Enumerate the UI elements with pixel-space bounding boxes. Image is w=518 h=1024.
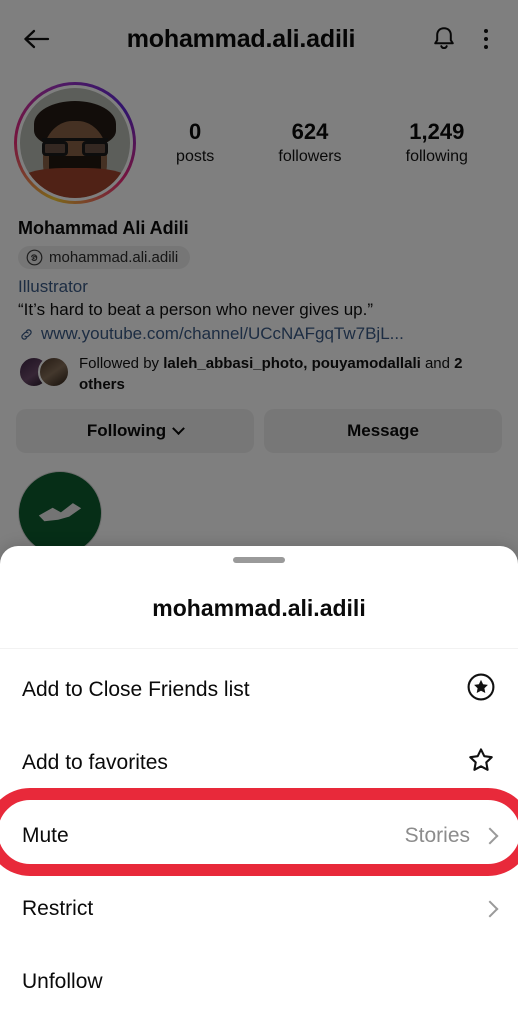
kebab-dot [484,37,488,41]
menu-item-label: Unfollow [22,969,103,993]
chevron-down-icon [172,422,186,436]
stat-posts-value: 0 [189,119,202,145]
bottom-sheet-menu: Add to Close Friends list Add to favorit… [0,649,518,1018]
menu-item-value: Stories [404,823,470,847]
stat-following-value: 1,249 [409,119,465,145]
star-outline-icon [466,745,496,780]
menu-item-mute[interactable]: Mute Stories [0,799,518,872]
followed-by-avatar [38,356,70,389]
profile-stats-row: 0 posts 624 followers 1,249 following [0,78,518,204]
link-icon [21,328,32,340]
stat-followers-value: 624 [291,119,329,145]
avatar[interactable] [14,82,136,204]
avatar-shirt [20,168,130,198]
menu-item-label: Add to Close Friends list [22,677,250,701]
bottom-sheet: mohammad.ali.adili Add to Close Friends … [0,546,518,1024]
followed-by-prefix: Followed by [79,355,164,373]
chevron-right-icon [481,900,499,917]
threads-badge[interactable]: mohammad.ali.adili [18,246,191,269]
following-button[interactable]: Following [16,409,254,454]
chevron-right-icon [481,827,499,844]
avatar-lens [82,140,108,156]
profile-link-text: www.youtube.com/channel/UCcNAFgqTw7BjL..… [41,324,404,344]
star-in-circle-icon [466,672,496,707]
threads-handle: mohammad.ali.adili [49,249,179,266]
followed-by-text: Followed by laleh_abbasi_photo, pouyamod… [79,354,500,395]
bell-icon[interactable] [424,19,464,59]
stat-followers[interactable]: 624 followers [278,118,341,168]
menu-item-unfollow[interactable]: Unfollow [0,945,518,1018]
following-button-label: Following [86,421,167,441]
bird-icon [38,503,82,522]
menu-item-label: Restrict [22,896,94,920]
profile-link[interactable]: www.youtube.com/channel/UCcNAFgqTw7BjL..… [18,324,500,344]
story-highlight-item[interactable] [18,471,102,556]
story-highlights-row [0,453,518,556]
kebab-dot [484,29,488,33]
page-title: mohammad.ali.adili [126,24,356,53]
kebab-menu-icon[interactable] [470,19,502,59]
stat-posts-label: posts [176,147,215,165]
avatar-lens [42,140,68,156]
menu-item-add-to-favorites[interactable]: Add to favorites [0,726,518,799]
kebab-dot [484,45,488,49]
stat-followers-label: followers [278,147,342,165]
profile-bio-quote: “It’s hard to beat a person who never gi… [18,300,373,319]
threads-icon [26,249,43,266]
stat-following-label: following [405,147,468,165]
story-highlight-circle [18,471,102,556]
top-app-bar: mohammad.ali.adili [0,0,518,78]
stat-posts[interactable]: 0 posts [176,118,214,168]
profile-full-name: Mohammad Ali Adili [18,218,189,238]
menu-item-label: Mute [22,823,69,847]
followed-by-names: laleh_abbasi_photo, pouyamodallali [163,355,421,373]
followed-by-avatars [18,356,70,389]
counts-container: 0 posts 624 followers 1,249 following [136,118,504,168]
menu-item-add-to-close-friends[interactable]: Add to Close Friends list [0,653,518,726]
menu-item-label: Add to favorites [22,750,168,774]
stat-following[interactable]: 1,249 following [406,118,468,168]
menu-item-restrict[interactable]: Restrict [0,872,518,945]
bottom-sheet-title: mohammad.ali.adili [0,563,518,649]
followed-by-middle: and [420,355,455,373]
profile-category: Illustrator [18,277,88,296]
profile-action-buttons: Following Message [0,395,518,454]
avatar-glasses [42,137,108,156]
message-button-label: Message [347,421,419,441]
followed-by-row[interactable]: Followed by laleh_abbasi_photo, pouyamod… [0,344,518,395]
message-button[interactable]: Message [264,409,502,454]
bio-section: Mohammad Ali Adili mohammad.ali.adili Il… [0,204,518,344]
back-arrow-icon[interactable] [16,18,58,60]
avatar-image [17,85,133,201]
